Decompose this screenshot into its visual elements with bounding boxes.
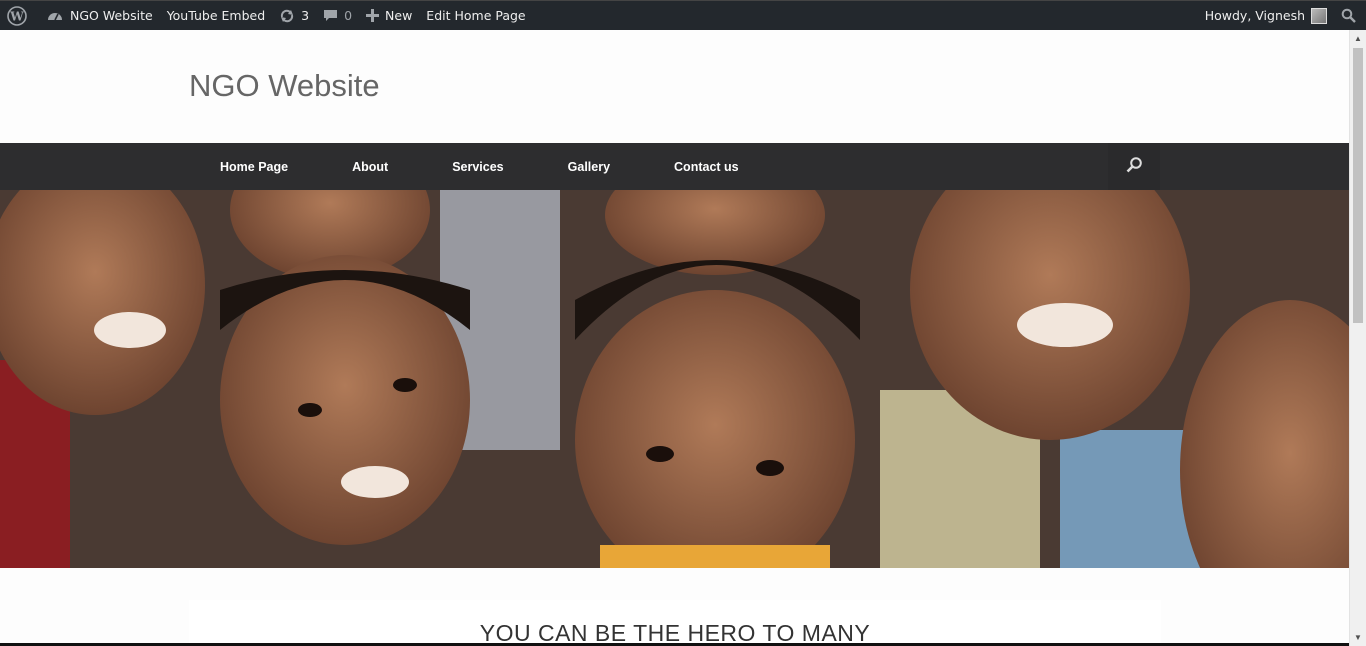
comments-button[interactable]: 0 xyxy=(316,1,359,31)
youtube-embed-link[interactable]: YouTube Embed xyxy=(160,1,272,31)
youtube-embed-label: YouTube Embed xyxy=(166,8,266,23)
nav-item-gallery[interactable]: Gallery xyxy=(536,143,642,190)
site-name-label: NGO Website xyxy=(70,8,153,23)
comments-count: 0 xyxy=(344,8,353,23)
svg-text:W: W xyxy=(9,9,24,23)
account-menu[interactable]: Howdy, Vignesh xyxy=(1198,1,1334,31)
nav-item-services[interactable]: Services xyxy=(420,143,535,190)
nav-item-home-page[interactable]: Home Page xyxy=(188,143,320,190)
edit-page-link[interactable]: Edit Home Page xyxy=(419,1,532,31)
site-title[interactable]: NGO Website xyxy=(189,68,380,104)
search-icon xyxy=(1341,8,1356,23)
new-content-button[interactable]: New xyxy=(359,1,419,31)
nav-item-contact-us[interactable]: Contact us xyxy=(642,143,771,190)
search-icon xyxy=(1126,156,1143,178)
nav-search-toggle[interactable] xyxy=(1108,143,1160,190)
scrollbar-thumb[interactable] xyxy=(1353,48,1363,323)
avatar xyxy=(1311,7,1327,24)
wordpress-icon: W xyxy=(7,5,27,26)
comment-icon xyxy=(323,8,338,23)
nav-item-about[interactable]: About xyxy=(320,143,420,190)
admin-bar: W NGO Website YouTube Embed 3 0 New Edit… xyxy=(0,0,1366,30)
page-scrollbar[interactable]: ▲ ▼ xyxy=(1349,30,1366,646)
site-name-button[interactable]: NGO Website xyxy=(40,1,160,31)
plus-icon xyxy=(366,9,380,22)
hero-image xyxy=(0,190,1349,568)
updates-icon xyxy=(279,8,295,24)
site-header: NGO Website xyxy=(0,30,1349,143)
content-card: YOU CAN BE THE HERO TO MANY xyxy=(189,600,1161,646)
hero-photo xyxy=(0,190,1349,568)
dashboard-icon xyxy=(47,8,63,24)
edit-page-label: Edit Home Page xyxy=(426,8,526,23)
primary-navigation: Home Page About Services Gallery Contact… xyxy=(0,143,1349,190)
scroll-down-arrow-icon[interactable]: ▼ xyxy=(1350,629,1366,646)
new-label: New xyxy=(385,8,413,23)
updates-button[interactable]: 3 xyxy=(272,1,316,31)
admin-search-button[interactable] xyxy=(1334,1,1366,31)
updates-count: 3 xyxy=(301,8,310,23)
wp-logo-button[interactable]: W xyxy=(0,1,34,31)
nav-menu: Home Page About Services Gallery Contact… xyxy=(188,143,771,190)
scroll-up-arrow-icon[interactable]: ▲ xyxy=(1350,30,1366,47)
howdy-label: Howdy, Vignesh xyxy=(1204,8,1305,23)
